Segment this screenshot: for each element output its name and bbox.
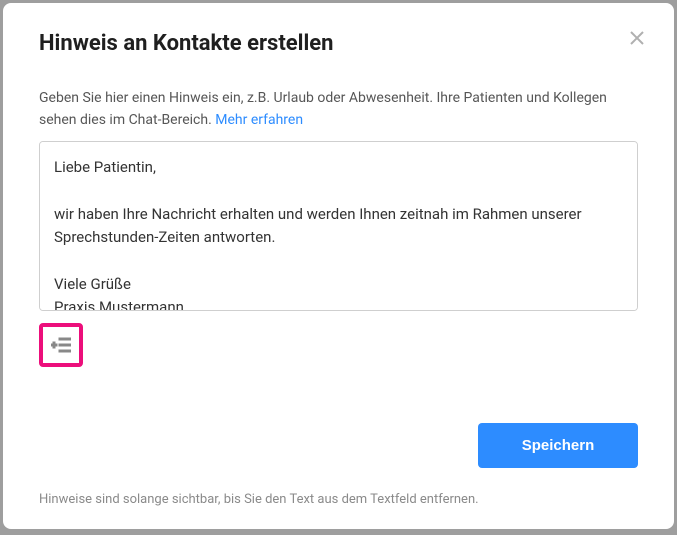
close-button[interactable] <box>624 25 650 51</box>
learn-more-link[interactable]: Mehr erfahren <box>215 112 303 128</box>
modal-footer: Speichern Hinweise sind solange sichtbar… <box>39 423 638 507</box>
insert-list-button[interactable] <box>39 323 83 367</box>
modal-dialog: Hinweis an Kontakte erstellen Geben Sie … <box>3 3 674 529</box>
hint-textarea[interactable] <box>39 141 638 311</box>
modal-title: Hinweis an Kontakte erstellen <box>39 31 638 56</box>
description-text: Geben Sie hier einen Hinweis ein, z.B. U… <box>39 90 607 128</box>
modal-description: Geben Sie hier einen Hinweis ein, z.B. U… <box>39 88 638 131</box>
add-list-icon <box>51 337 71 353</box>
save-button[interactable]: Speichern <box>478 423 638 468</box>
close-icon <box>629 30 645 46</box>
toolbar <box>39 323 638 367</box>
footer-note: Hinweise sind solange sichtbar, bis Sie … <box>39 492 638 507</box>
